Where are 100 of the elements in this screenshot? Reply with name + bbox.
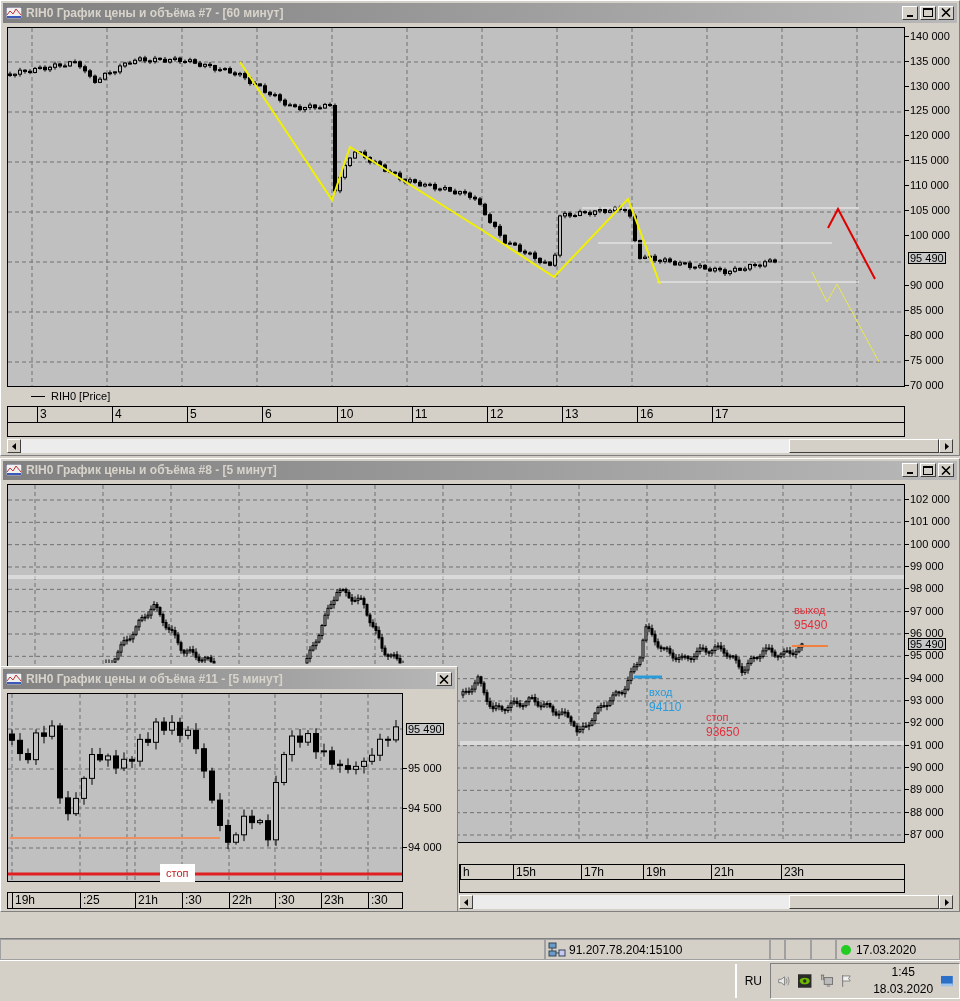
annotation-label: вход — [649, 684, 674, 700]
candlestick — [41, 725, 47, 744]
scrollbar[interactable] — [459, 895, 953, 909]
candlestick — [193, 722, 199, 755]
close-button[interactable] — [938, 463, 954, 478]
chart-icon — [6, 464, 22, 477]
axis-label: 10 — [340, 407, 354, 423]
maximize-button[interactable] — [920, 463, 936, 478]
axis-label: 93 000 — [910, 694, 944, 705]
close-button[interactable] — [436, 672, 452, 686]
annotation-value: 95490 — [794, 617, 828, 633]
legend-label: RIH0 [Price] — [51, 389, 111, 405]
annotation-label: выход — [794, 602, 827, 618]
axis-label: 102 000 — [910, 493, 950, 504]
axis-label: 98 000 — [910, 583, 944, 594]
axis-label: 95 000 — [408, 763, 442, 773]
axis-label: 97 000 — [910, 605, 944, 616]
axis-label: 17h — [584, 864, 605, 880]
speaker-icon[interactable] — [777, 973, 791, 989]
language-indicator[interactable]: RU — [744, 972, 762, 990]
maximize-button[interactable] — [920, 5, 936, 20]
axis-label: 105 000 — [910, 205, 950, 216]
price-tag: 95 490 — [908, 251, 946, 264]
tray-app-icon[interactable] — [798, 973, 812, 989]
scroll-right-icon[interactable] — [943, 898, 949, 906]
axis-label: :30 — [185, 893, 202, 908]
candlestick — [273, 775, 279, 847]
window-title: RIH0 График цены и объёма #11 - [5 минут] — [26, 671, 284, 688]
scroll-left-icon[interactable] — [463, 898, 469, 906]
exit-line — [791, 644, 829, 647]
candlestick — [241, 809, 247, 842]
axis-label: 125 000 — [910, 105, 950, 116]
candlestick — [289, 729, 295, 763]
axis-label: 94 500 — [408, 802, 442, 813]
minimize-button[interactable] — [902, 463, 918, 478]
axis-label: 19h — [15, 893, 36, 908]
candlestick — [177, 717, 183, 744]
candlestick — [369, 747, 375, 766]
axis-label: 100 000 — [910, 538, 950, 549]
computer-icon[interactable] — [819, 973, 834, 989]
entry-line — [634, 675, 662, 679]
axis-label: 5 — [190, 407, 197, 423]
axis-label: 96 000 — [910, 627, 944, 638]
candlestick — [265, 813, 271, 848]
axis-label: 99 000 — [910, 560, 944, 571]
axis-label: 16 — [640, 407, 654, 423]
candlestick — [145, 731, 151, 747]
minimize-icon — [907, 14, 913, 17]
flag-icon[interactable] — [841, 973, 854, 989]
axis-label: :30 — [371, 893, 388, 908]
axis-label: 13 — [565, 407, 579, 423]
scroll-thumb[interactable] — [789, 895, 939, 909]
axis-label: 115 000 — [910, 155, 949, 166]
close-icon — [439, 674, 449, 684]
candlestick — [17, 732, 23, 762]
window-title: RIH0 График цены и объёма #7 - [60 минут] — [26, 4, 285, 22]
minimize-button[interactable] — [902, 5, 918, 20]
candlestick — [161, 716, 167, 736]
axis-label: 21h — [138, 893, 159, 908]
candlestick — [361, 757, 367, 774]
axis-label: 19h — [646, 864, 667, 880]
candlestick — [217, 792, 223, 832]
server-address: 91.207.78.204:15100 — [569, 941, 683, 959]
network-icon — [548, 941, 566, 958]
minimize-icon — [907, 472, 913, 475]
scroll-left-icon[interactable] — [11, 442, 17, 450]
candlestick — [257, 818, 263, 826]
maximize-icon — [923, 465, 933, 475]
axis-label: 12 — [490, 407, 504, 423]
annotation-label: стоп — [706, 709, 730, 725]
axis-label: 91 000 — [910, 739, 944, 750]
candlestick — [89, 747, 95, 786]
price-tag: 95 490 — [908, 637, 946, 650]
close-button[interactable] — [938, 5, 954, 20]
candlestick — [129, 755, 135, 769]
scroll-right-icon[interactable] — [943, 442, 949, 450]
candlestick — [233, 831, 239, 846]
axis-label: 120 000 — [910, 130, 950, 141]
chart-icon — [6, 673, 22, 685]
candlestick — [153, 717, 159, 750]
axis-label: 130 000 — [910, 80, 950, 91]
candlestick — [337, 759, 343, 774]
axis-label: 21h — [714, 864, 735, 880]
candlestick — [249, 809, 255, 830]
candlestick — [225, 819, 231, 850]
scroll-thumb[interactable] — [789, 439, 939, 453]
desktop-icon[interactable] — [941, 975, 953, 987]
axis-label: 101 000 — [910, 516, 950, 527]
axis-label: 110 000 — [910, 180, 949, 191]
axis-label: 87 000 — [910, 828, 944, 839]
candlestick — [81, 775, 87, 806]
clock-time: 1:45 — [891, 964, 915, 981]
axis-label: 135 000 — [910, 55, 950, 66]
candlestick — [281, 751, 287, 786]
window-title: RIH0 График цены и объёма #8 - [5 минут] — [26, 462, 278, 480]
axis-label: 3 — [40, 407, 47, 423]
stop-label: стоп — [160, 864, 195, 882]
scrollbar[interactable] — [7, 439, 953, 453]
axis-label: 89 000 — [910, 784, 944, 795]
candlestick — [25, 747, 31, 765]
